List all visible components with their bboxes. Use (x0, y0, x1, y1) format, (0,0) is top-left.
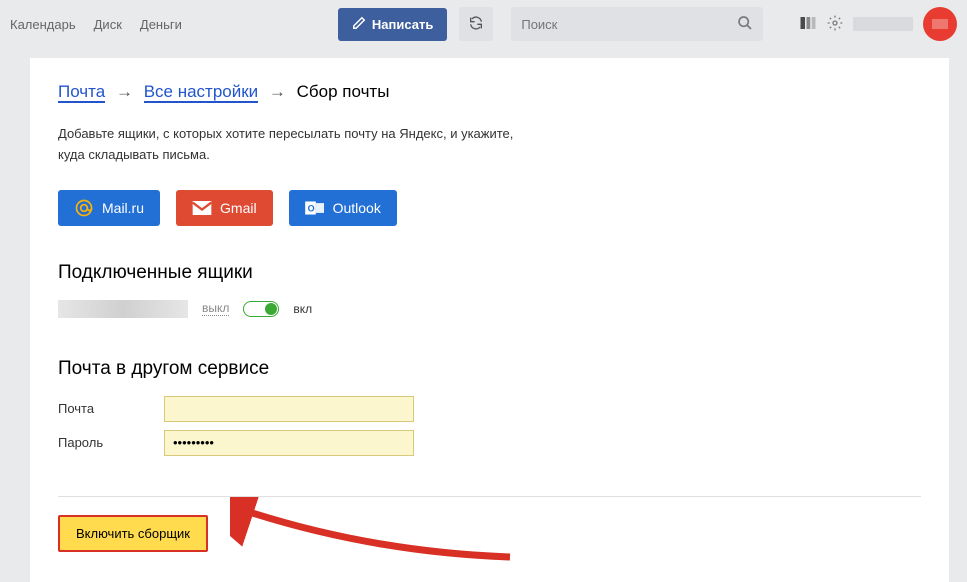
provider-mailru-button[interactable]: Mail.ru (58, 190, 160, 226)
toggle-off-label[interactable]: выкл (202, 301, 229, 316)
nav-money[interactable]: Деньги (140, 17, 182, 32)
email-row: Почта (58, 396, 921, 422)
breadcrumb-all-settings[interactable]: Все настройки (144, 82, 258, 103)
mailru-icon (74, 198, 94, 218)
email-field[interactable] (164, 396, 414, 422)
provider-outlook-button[interactable]: O Outlook (289, 190, 397, 226)
breadcrumb-mail[interactable]: Почта (58, 82, 105, 103)
instruction-text: Добавьте ящики, с которых хотите пересыл… (58, 124, 538, 166)
enable-collector-button[interactable]: Включить сборщик (58, 515, 208, 552)
other-service-section: Почта в другом сервисе Почта Пароль (58, 358, 921, 456)
compose-label: Написать (372, 17, 433, 32)
connected-email-redacted (58, 300, 188, 318)
other-service-title: Почта в другом сервисе (58, 358, 921, 380)
compose-button[interactable]: Написать (338, 8, 447, 41)
username-placeholder[interactable] (853, 17, 913, 31)
divider (58, 496, 921, 497)
nav-disk[interactable]: Диск (94, 17, 122, 32)
provider-outlook-label: Outlook (333, 200, 381, 216)
refresh-icon (468, 15, 484, 34)
nav-calendar[interactable]: Календарь (10, 17, 76, 32)
password-row: Пароль (58, 430, 921, 456)
outlook-icon: O (305, 198, 325, 218)
topbar: Календарь Диск Деньги Написать (0, 0, 967, 48)
search-icon[interactable] (737, 15, 753, 34)
password-field[interactable] (164, 430, 414, 456)
avatar[interactable] (923, 7, 957, 41)
provider-gmail-label: Gmail (220, 200, 257, 216)
refresh-button[interactable] (459, 7, 493, 41)
breadcrumb: Почта → Все настройки → Сбор почты (58, 82, 921, 102)
toggle-knob (265, 303, 277, 315)
provider-buttons: Mail.ru Gmail O Outlook (58, 190, 921, 226)
themes-icon[interactable] (799, 15, 817, 34)
breadcrumb-sep: → (116, 82, 133, 101)
provider-mailru-label: Mail.ru (102, 200, 144, 216)
gmail-icon (192, 198, 212, 218)
breadcrumb-sep: → (269, 82, 286, 101)
email-label: Почта (58, 401, 164, 416)
avatar-inner (932, 19, 948, 29)
connected-mailbox-row: выкл вкл (58, 300, 921, 318)
provider-gmail-button[interactable]: Gmail (176, 190, 273, 226)
toggle-switch[interactable] (243, 301, 279, 317)
search-input[interactable] (521, 17, 737, 32)
connected-title: Подключенные ящики (58, 262, 921, 284)
content-panel: Почта → Все настройки → Сбор почты Добав… (30, 58, 949, 582)
svg-text:O: O (307, 203, 314, 213)
compose-icon (352, 16, 366, 33)
gear-icon[interactable] (827, 15, 843, 34)
topbar-right (799, 7, 957, 41)
breadcrumb-current: Сбор почты (297, 82, 390, 101)
password-label: Пароль (58, 435, 164, 450)
toggle-on-label: вкл (293, 302, 312, 316)
search-box[interactable] (511, 7, 763, 41)
submit-row: Включить сборщик (58, 515, 921, 552)
topbar-nav: Календарь Диск Деньги (10, 17, 182, 32)
